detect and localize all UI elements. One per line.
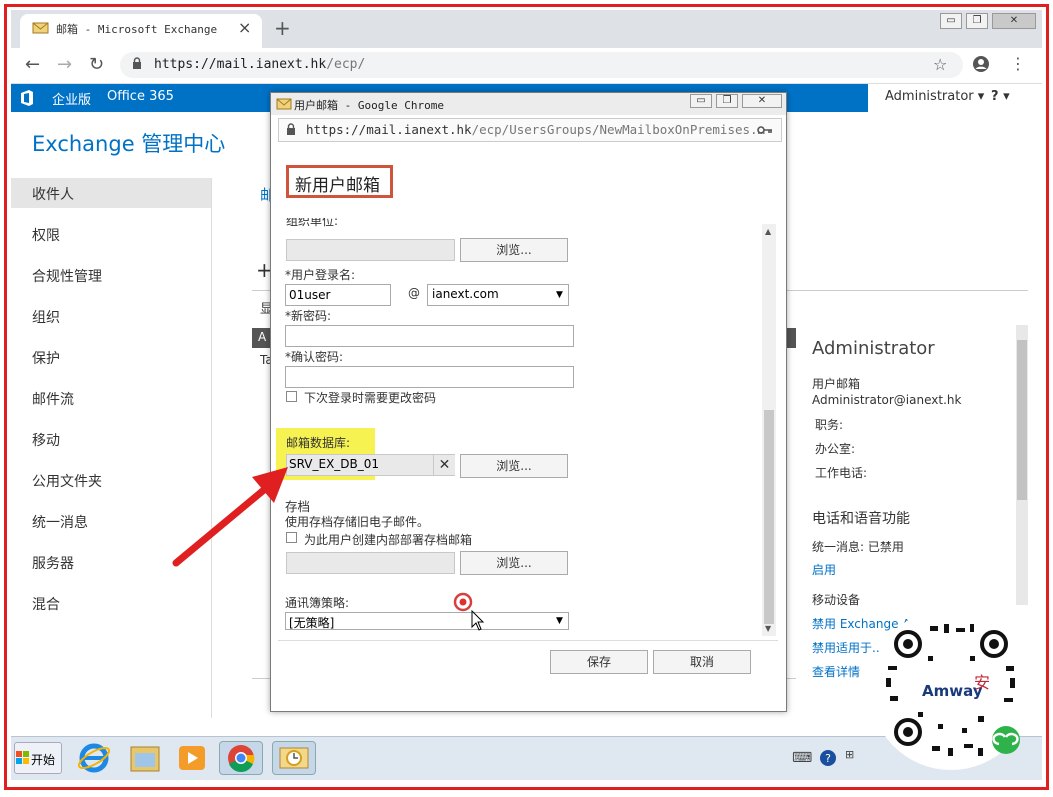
red-annotation-frame	[4, 4, 1049, 790]
